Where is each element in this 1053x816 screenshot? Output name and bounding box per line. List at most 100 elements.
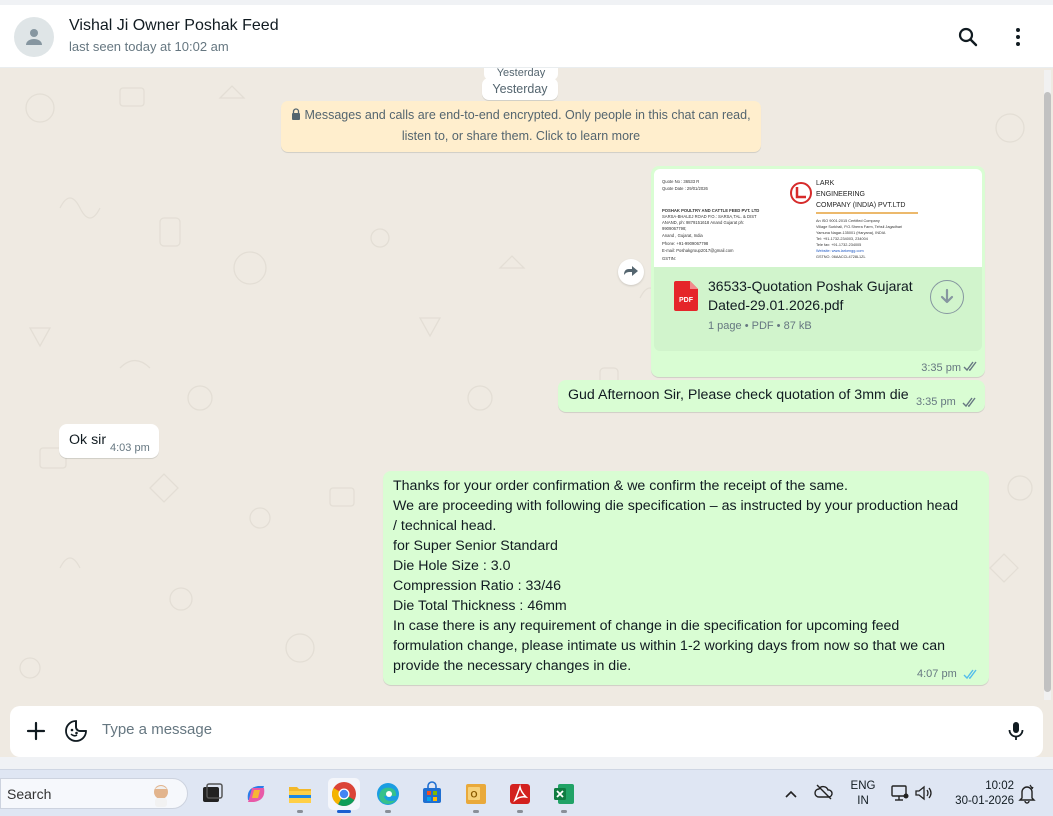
taskbar-running-indicator [297, 810, 303, 813]
file-explorer-icon[interactable] [284, 778, 316, 813]
microphone-icon[interactable] [1004, 719, 1028, 743]
excel-icon[interactable] [548, 778, 580, 813]
preview-left-line: GSTIN: [662, 256, 676, 261]
microsoft-store-icon[interactable] [416, 778, 448, 810]
preview-right-line: Village Surkhali, P.O.Sherra Farm, Tehsi… [816, 225, 902, 229]
document-meta: 1 page • PDF • 87 kB [708, 320, 812, 332]
message-line: Die Total Thickness : 46mm [393, 598, 567, 614]
message-line: Compression Ratio : 33/46 [393, 578, 561, 594]
preview-left-line: Phone: +91-9909067798 [662, 241, 709, 246]
outgoing-message[interactable]: Thanks for your order confirmation & we … [383, 471, 989, 685]
taskbar-search-label: Search [7, 786, 52, 802]
message-line: Thanks for your order confirmation & we … [393, 478, 848, 494]
edge-icon[interactable] [372, 778, 404, 813]
document-info[interactable]: PDF 36533-Quotation Poshak Gujarat Dated… [654, 267, 982, 351]
preview-right-line: GSTNO. 06AACCL4728L1ZL [816, 255, 866, 259]
taskbar-search[interactable]: Search [0, 778, 188, 809]
scrollbar-thumb[interactable] [1044, 92, 1051, 692]
message-line: formulation change, please intimate us w… [393, 638, 946, 654]
preview-right-line: Yamuna Nagar-135001 (Haryana), INDIA [816, 231, 886, 235]
volume-icon[interactable] [914, 784, 934, 807]
search-highlight-icon [154, 785, 168, 807]
clock-date: 30-01-2026 [955, 795, 1014, 807]
sticker-emoji-icon[interactable] [64, 719, 88, 743]
document-filename: 36533-Quotation Poshak Gujarat Dated-29.… [708, 277, 928, 315]
encryption-notice-line1: Messages and calls are end-to-end encryp… [304, 108, 751, 122]
composer-footer-strip [0, 757, 1053, 769]
search-icon[interactable] [956, 25, 980, 49]
message-text: Thanks for your order confirmation & we … [393, 476, 983, 676]
preview-left-line: Quote Date : 29/01/2026 [662, 186, 709, 191]
chat-header: Vishal Ji Owner Poshak Feed last seen to… [0, 0, 1053, 68]
document-preview[interactable]: Quote No : 36533 R Quote Date : 29/01/20… [654, 169, 982, 267]
double-check-icon [963, 361, 977, 372]
message-line: for Super Senior Standard [393, 538, 558, 554]
clock-time: 10:02 [985, 780, 1014, 792]
message-time: 3:35 pm [916, 396, 956, 408]
preview-left-line: Anand , Gujarat, India [662, 233, 703, 238]
contact-name[interactable]: Vishal Ji Owner Poshak Feed [69, 17, 279, 35]
preview-left-line: POSHAK POULTRY AND CATTLE FEED PVT. LTD [662, 208, 759, 213]
document-filename-line1: 36533-Quotation Poshak Gujarat [708, 278, 913, 294]
pdf-icon: PDF [674, 281, 698, 311]
taskbar-running-indicator [561, 810, 567, 813]
preview-left-line: SARSA-BHALEJ ROAD P.O.: SARSA,TAL. & DIS… [662, 214, 757, 219]
download-button[interactable] [930, 280, 964, 314]
message-text: Ok sir [69, 432, 107, 448]
svg-text:O: O [470, 790, 477, 800]
preview-left-line: E-mail: Poshakgroup2017@gmail.com [662, 248, 734, 253]
preview-company-line: COMPANY (INDIA) PVT.LTD [816, 202, 905, 209]
outgoing-message[interactable]: Gud Afternoon Sir, Please check quotatio… [558, 380, 985, 412]
encryption-notice-line2: listen to, or share them. Click to learn… [401, 129, 641, 143]
message-line: We are proceeding with following die spe… [393, 498, 959, 514]
cloud-offline-icon[interactable] [814, 784, 834, 805]
windows-taskbar: Search O ENG IN 10:02 30-01-2026 [0, 769, 1053, 816]
message-composer: Type a message [10, 706, 1043, 757]
language-indicator[interactable]: ENG IN [849, 779, 877, 809]
message-input[interactable]: Type a message [102, 721, 212, 738]
encryption-notice[interactable]: Messages and calls are end-to-end encryp… [281, 101, 761, 152]
chat-scrollbar[interactable] [1044, 70, 1051, 700]
incoming-message[interactable]: Ok sir 4:03 pm [59, 424, 159, 458]
lock-icon [292, 108, 301, 120]
outlook-icon[interactable]: O [460, 778, 492, 813]
pdf-thumbnail: Quote No : 36533 R Quote Date : 29/01/20… [662, 179, 918, 261]
notification-bell-icon[interactable] [1018, 784, 1036, 809]
preview-left-line: ANAND, ph: 9879151618 Anand Gujarat ph: [662, 220, 744, 225]
person-icon [26, 29, 42, 45]
taskbar-running-indicator [385, 810, 391, 813]
preview-left-line: 9909067798; [662, 226, 686, 231]
document-filename-line2: Dated-29.01.2026.pdf [708, 297, 844, 313]
forward-icon [624, 266, 638, 276]
message-line: In case there is any requirement of chan… [393, 618, 900, 634]
show-hidden-icons-chevron-icon[interactable] [784, 786, 798, 804]
preview-right-line: Tel: +91-1732-234003, 234004 [816, 237, 868, 241]
network-icon[interactable] [890, 784, 910, 807]
message-line: provide the necessary changes in die. [393, 658, 632, 674]
taskbar-active-indicator [337, 810, 351, 813]
chrome-icon[interactable] [328, 778, 360, 813]
attach-plus-icon[interactable] [25, 720, 47, 742]
message-time: 4:07 pm [917, 668, 957, 680]
taskbar-running-indicator [473, 810, 479, 813]
forward-button[interactable] [618, 259, 644, 285]
menu-icon[interactable] [1006, 25, 1030, 49]
double-check-read-icon [963, 669, 977, 680]
message-line: Die Hole Size : 3.0 [393, 558, 511, 574]
message-time: 4:03 pm [110, 442, 150, 454]
taskbar-running-indicator [517, 810, 523, 813]
preview-company-line: LARK [816, 180, 835, 187]
preview-left-line: Quote No : 36533 R [662, 179, 699, 184]
preview-right-line: Tele fax: +91-1732-234005 [816, 243, 861, 247]
acrobat-icon[interactable] [504, 778, 536, 813]
system-clock[interactable]: 10:02 30-01-2026 [944, 779, 1014, 809]
pdf-badge: PDF [679, 297, 694, 304]
download-icon [940, 288, 954, 304]
contact-avatar[interactable] [14, 17, 54, 57]
task-view-icon[interactable] [196, 778, 228, 810]
document-message[interactable]: Quote No : 36533 R Quote Date : 29/01/20… [651, 166, 985, 377]
message-line: / technical head. [393, 518, 497, 534]
copilot-icon[interactable] [240, 778, 272, 810]
message-time: 3:35 pm [921, 362, 961, 374]
preview-right-line: Website: www.larkengg.com [816, 249, 864, 253]
